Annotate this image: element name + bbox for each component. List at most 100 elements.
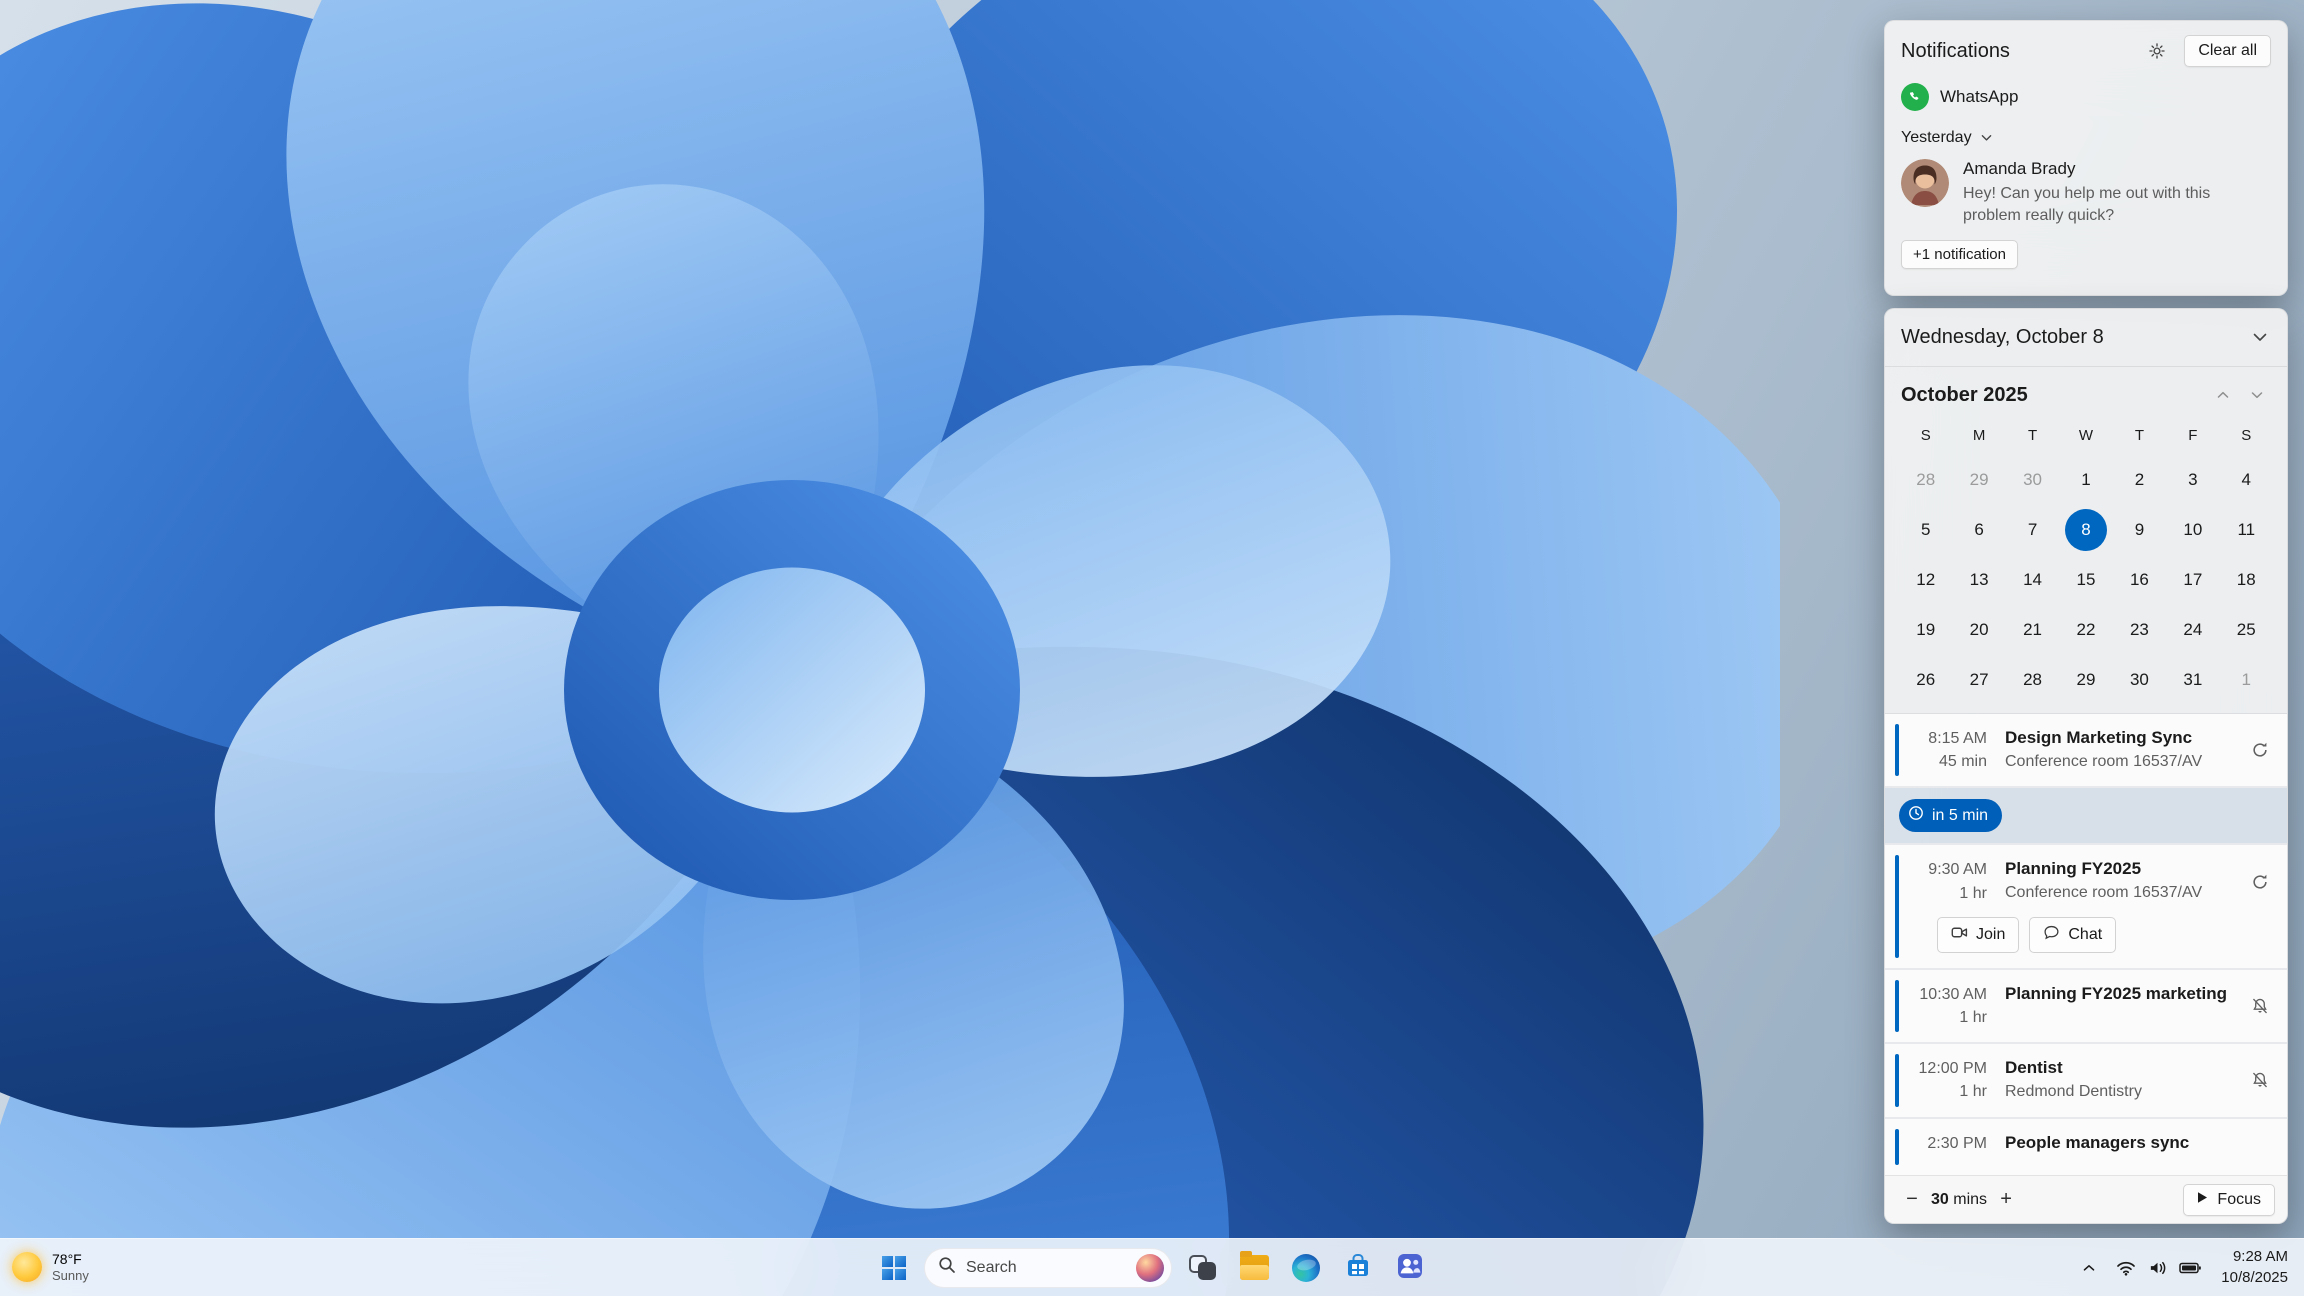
increase-duration-button[interactable]: + (1991, 1185, 2021, 1215)
event-duration: 1 hr (1959, 1008, 1987, 1026)
calendar-day[interactable]: 27 (1952, 655, 2005, 705)
calendar-collapse-button[interactable] (2243, 323, 2277, 353)
weather-widget[interactable]: 78°F Sunny (12, 1250, 89, 1285)
calendar-next-month-button[interactable] (2241, 381, 2273, 409)
calendar-day[interactable]: 13 (1952, 555, 2005, 605)
calendar-day[interactable]: 6 (1952, 505, 2005, 555)
calendar-day[interactable]: 19 (1899, 605, 1952, 655)
notification-group-header[interactable]: WhatsApp (1901, 83, 2271, 111)
focus-button[interactable]: Focus (2183, 1183, 2275, 1216)
calendar-day[interactable]: 5 (1899, 505, 1952, 555)
event-location: Conference room 16537/AV (2005, 884, 2203, 902)
day-number: 1 (2081, 470, 2091, 489)
calendar-day[interactable]: 23 (2113, 605, 2166, 655)
calendar-day[interactable]: 30 (2113, 655, 2166, 705)
calendar-day[interactable]: 14 (2006, 555, 2059, 605)
tray-status-icons[interactable] (2106, 1252, 2211, 1284)
notification-message: Hey! Can you help me out with this probl… (1963, 185, 2211, 224)
calendar-day[interactable]: 10 (2166, 505, 2219, 555)
search-icon (938, 1256, 956, 1279)
tray-date: 10/8/2025 (2221, 1268, 2288, 1286)
calendar-day[interactable]: 21 (2006, 605, 2059, 655)
calendar-day[interactable]: 24 (2166, 605, 2219, 655)
notification-item[interactable]: Amanda Brady Hey! Can you help me out wi… (1901, 159, 2271, 226)
calendar-day-selected[interactable]: 8 (2059, 505, 2112, 555)
calendar-prev-month-button[interactable] (2207, 381, 2239, 409)
tray-time: 9:28 AM (2232, 1248, 2288, 1266)
join-button[interactable]: Join (1937, 916, 2020, 953)
calendar-day[interactable]: 18 (2220, 555, 2273, 605)
edge-button[interactable] (1284, 1246, 1328, 1290)
day-number: 24 (2183, 620, 2203, 639)
event-actions: Join Chat (1937, 916, 2275, 953)
calendar-day[interactable]: 9 (2113, 505, 2166, 555)
more-notifications-button[interactable]: +1 notification (1901, 240, 2018, 270)
calendar-day[interactable]: 12 (1899, 555, 1952, 605)
notification-section-header[interactable]: Yesterday (1901, 129, 2271, 147)
wifi-icon (2116, 1260, 2136, 1276)
chat-button[interactable]: Chat (2029, 916, 2117, 953)
agenda-event[interactable]: 8:15 AM 45 min Design Marketing Sync Confer… (1885, 714, 2287, 787)
desktop: Notifications Clear all WhatsApp Yesterd… (0, 0, 2304, 1296)
calendar-day[interactable]: 16 (2113, 555, 2166, 605)
calendar-day[interactable]: 20 (1952, 605, 2005, 655)
reminder-pill[interactable]: in 5 min (1899, 799, 2003, 833)
calendar-day[interactable]: 30 (2006, 455, 2059, 505)
day-number: 19 (1916, 620, 1936, 639)
chat-icon (2043, 924, 2060, 946)
event-time: 2:30 PM (1927, 1134, 1987, 1152)
avatar (1901, 159, 1949, 207)
calendar-day[interactable]: 26 (1899, 655, 1952, 705)
calendar-flyout: Wednesday, October 8 October 2025 S M T W T F… (1884, 308, 2288, 1224)
calendar-day[interactable]: 31 (2166, 655, 2219, 705)
task-view-button[interactable] (1180, 1246, 1224, 1290)
chevron-down-icon (1981, 129, 1992, 147)
teams-button[interactable] (1388, 1246, 1432, 1290)
event-time-col: 8:15 AM 45 min (1901, 727, 1987, 773)
calendar-day[interactable]: 17 (2166, 555, 2219, 605)
calendar-month-row: October 2025 (1885, 367, 2287, 413)
weather-condition: Sunny (52, 1268, 89, 1284)
event-main: Planning FY2025 marketing (1987, 983, 2245, 1029)
agenda-event[interactable]: 10:30 AM 1 hr Planning FY2025 marketing (1885, 969, 2287, 1043)
sun-icon (12, 1252, 42, 1283)
agenda-event[interactable]: 9:30 AM 1 hr Planning FY2025 Conference roo… (1885, 845, 2287, 968)
event-duration: 1 hr (1959, 1083, 1987, 1101)
store-button[interactable] (1336, 1246, 1380, 1290)
calendar-day[interactable]: 29 (1952, 455, 2005, 505)
event-duration: 1 hr (1959, 884, 1987, 902)
day-number: 6 (1974, 520, 1984, 539)
start-button[interactable] (872, 1246, 916, 1290)
calendar-day[interactable]: 25 (2220, 605, 2273, 655)
tray-chevron-up[interactable] (2074, 1248, 2104, 1288)
search-box[interactable]: Search (924, 1247, 1172, 1288)
calendar-day[interactable]: 4 (2220, 455, 2273, 505)
weekday-label: S (1920, 427, 1931, 444)
calendar-day[interactable]: 3 (2166, 455, 2219, 505)
calendar-day[interactable]: 29 (2059, 655, 2112, 705)
event-main: Dentist Redmond Dentistry (1987, 1057, 2245, 1103)
weekday-label: T (2027, 427, 2038, 444)
agenda-event[interactable]: 12:00 PM 1 hr Dentist Redmond Dentistry (1885, 1044, 2287, 1117)
file-explorer-button[interactable] (1232, 1246, 1276, 1290)
calendar-day[interactable]: 7 (2006, 505, 2059, 555)
calendar-day[interactable]: 2 (2113, 455, 2166, 505)
calendar-day[interactable]: 28 (2006, 655, 2059, 705)
notification-settings-icon[interactable] (2140, 36, 2174, 66)
day-number: 2 (2134, 470, 2145, 489)
clock-widget[interactable]: 9:28 AM 10/8/2025 (2213, 1243, 2296, 1292)
calendar-day[interactable]: 11 (2220, 505, 2273, 555)
search-daily-image[interactable] (1136, 1253, 1164, 1282)
calendar-day[interactable]: 28 (1899, 455, 1952, 505)
calendar-day[interactable]: 1 (2220, 655, 2273, 705)
focus-label: Focus (2217, 1190, 2261, 1208)
calendar-day[interactable]: 15 (2059, 555, 2112, 605)
agenda-event[interactable]: 2:30 PM People managers sync (1885, 1118, 2287, 1175)
volume-icon (2148, 1260, 2167, 1276)
weekday-label: T (2134, 427, 2144, 444)
day-number: 30 (2023, 470, 2043, 489)
decrease-duration-button[interactable]: − (1897, 1185, 1927, 1215)
clear-all-button[interactable]: Clear all (2184, 35, 2271, 67)
calendar-day[interactable]: 22 (2059, 605, 2112, 655)
calendar-day[interactable]: 1 (2059, 455, 2112, 505)
